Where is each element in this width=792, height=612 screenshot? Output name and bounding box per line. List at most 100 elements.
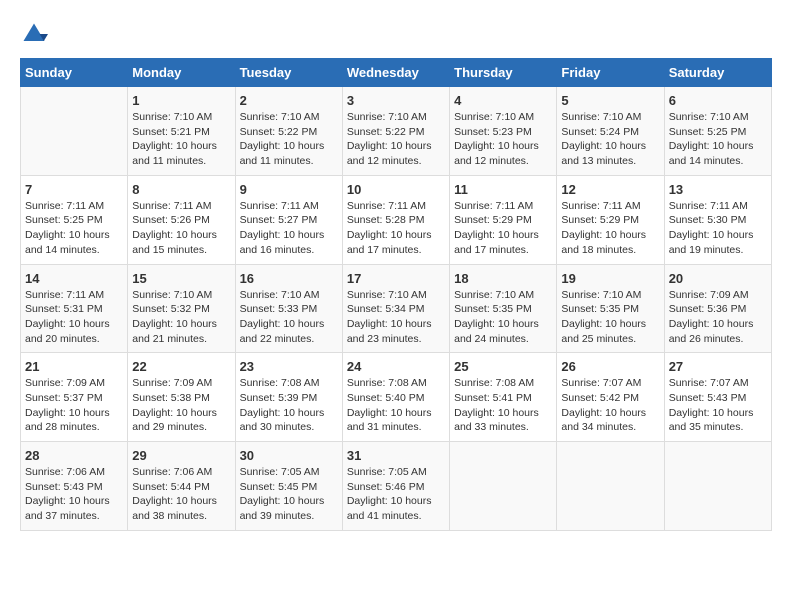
header-sunday: Sunday — [21, 59, 128, 87]
day-info: Sunrise: 7:10 AM Sunset: 5:21 PM Dayligh… — [132, 110, 230, 169]
day-number: 24 — [347, 359, 445, 374]
day-number: 22 — [132, 359, 230, 374]
header-saturday: Saturday — [664, 59, 771, 87]
day-info: Sunrise: 7:08 AM Sunset: 5:40 PM Dayligh… — [347, 376, 445, 435]
day-info: Sunrise: 7:10 AM Sunset: 5:34 PM Dayligh… — [347, 288, 445, 347]
day-info: Sunrise: 7:11 AM Sunset: 5:25 PM Dayligh… — [25, 199, 123, 258]
day-number: 18 — [454, 271, 552, 286]
day-cell: 15 Sunrise: 7:10 AM Sunset: 5:32 PM Dayli… — [128, 264, 235, 353]
day-number: 8 — [132, 182, 230, 197]
day-cell: 30 Sunrise: 7:05 AM Sunset: 5:45 PM Dayli… — [235, 442, 342, 531]
day-number: 14 — [25, 271, 123, 286]
day-cell: 20 Sunrise: 7:09 AM Sunset: 5:36 PM Dayli… — [664, 264, 771, 353]
day-info: Sunrise: 7:10 AM Sunset: 5:24 PM Dayligh… — [561, 110, 659, 169]
day-cell: 22 Sunrise: 7:09 AM Sunset: 5:38 PM Dayli… — [128, 353, 235, 442]
day-info: Sunrise: 7:10 AM Sunset: 5:35 PM Dayligh… — [561, 288, 659, 347]
day-number: 29 — [132, 448, 230, 463]
day-cell: 21 Sunrise: 7:09 AM Sunset: 5:37 PM Dayli… — [21, 353, 128, 442]
day-cell: 12Sunrise: 7:11 AM Sunset: 5:29 PM Dayli… — [557, 175, 664, 264]
day-number: 4 — [454, 93, 552, 108]
day-number: 19 — [561, 271, 659, 286]
day-cell: 25 Sunrise: 7:08 AM Sunset: 5:41 PM Dayli… — [450, 353, 557, 442]
day-info: Sunrise: 7:08 AM Sunset: 5:39 PM Dayligh… — [240, 376, 338, 435]
day-cell: 16 Sunrise: 7:10 AM Sunset: 5:33 PM Dayli… — [235, 264, 342, 353]
week-row-1: 1 Sunrise: 7:10 AM Sunset: 5:21 PM Daylig… — [21, 87, 772, 176]
day-cell: 6 Sunrise: 7:10 AM Sunset: 5:25 PM Daylig… — [664, 87, 771, 176]
day-info: Sunrise: 7:11 AM Sunset: 5:26 PM Dayligh… — [132, 199, 230, 258]
day-info: Sunrise: 7:09 AM Sunset: 5:38 PM Dayligh… — [132, 376, 230, 435]
day-info: Sunrise: 7:10 AM Sunset: 5:35 PM Dayligh… — [454, 288, 552, 347]
day-info: Sunrise: 7:10 AM Sunset: 5:22 PM Dayligh… — [240, 110, 338, 169]
day-cell — [664, 442, 771, 531]
day-info: Sunrise: 7:10 AM Sunset: 5:23 PM Dayligh… — [454, 110, 552, 169]
day-info: Sunrise: 7:10 AM Sunset: 5:33 PM Dayligh… — [240, 288, 338, 347]
day-number: 25 — [454, 359, 552, 374]
day-number: 31 — [347, 448, 445, 463]
page-header — [20, 20, 772, 48]
day-cell: 18 Sunrise: 7:10 AM Sunset: 5:35 PM Dayli… — [450, 264, 557, 353]
day-cell: 7Sunrise: 7:11 AM Sunset: 5:25 PM Daylig… — [21, 175, 128, 264]
day-info: Sunrise: 7:11 AM Sunset: 5:29 PM Dayligh… — [454, 199, 552, 258]
day-cell: 14Sunrise: 7:11 AM Sunset: 5:31 PM Dayli… — [21, 264, 128, 353]
day-cell — [21, 87, 128, 176]
day-info: Sunrise: 7:10 AM Sunset: 5:22 PM Dayligh… — [347, 110, 445, 169]
day-number: 2 — [240, 93, 338, 108]
week-row-5: 28 Sunrise: 7:06 AM Sunset: 5:43 PM Dayli… — [21, 442, 772, 531]
day-cell: 2 Sunrise: 7:10 AM Sunset: 5:22 PM Daylig… — [235, 87, 342, 176]
day-cell: 10 Sunrise: 7:11 AM Sunset: 5:28 PM Dayli… — [342, 175, 449, 264]
day-number: 9 — [240, 182, 338, 197]
day-number: 21 — [25, 359, 123, 374]
logo-icon — [20, 20, 48, 48]
day-number: 5 — [561, 93, 659, 108]
day-info: Sunrise: 7:07 AM Sunset: 5:42 PM Dayligh… — [561, 376, 659, 435]
header-row: SundayMondayTuesdayWednesdayThursdayFrid… — [21, 59, 772, 87]
day-cell: 13 Sunrise: 7:11 AM Sunset: 5:30 PM Dayli… — [664, 175, 771, 264]
day-info: Sunrise: 7:07 AM Sunset: 5:43 PM Dayligh… — [669, 376, 767, 435]
day-info: Sunrise: 7:09 AM Sunset: 5:36 PM Dayligh… — [669, 288, 767, 347]
header-friday: Friday — [557, 59, 664, 87]
day-number: 26 — [561, 359, 659, 374]
week-row-2: 7Sunrise: 7:11 AM Sunset: 5:25 PM Daylig… — [21, 175, 772, 264]
day-number: 30 — [240, 448, 338, 463]
day-info: Sunrise: 7:11 AM Sunset: 5:29 PM Dayligh… — [561, 199, 659, 258]
day-number: 10 — [347, 182, 445, 197]
day-number: 15 — [132, 271, 230, 286]
day-number: 23 — [240, 359, 338, 374]
day-cell: 11 Sunrise: 7:11 AM Sunset: 5:29 PM Dayli… — [450, 175, 557, 264]
day-number: 1 — [132, 93, 230, 108]
day-cell: 28 Sunrise: 7:06 AM Sunset: 5:43 PM Dayli… — [21, 442, 128, 531]
day-cell: 31 Sunrise: 7:05 AM Sunset: 5:46 PM Dayli… — [342, 442, 449, 531]
day-number: 6 — [669, 93, 767, 108]
week-row-4: 21 Sunrise: 7:09 AM Sunset: 5:37 PM Dayli… — [21, 353, 772, 442]
day-number: 17 — [347, 271, 445, 286]
week-row-3: 14Sunrise: 7:11 AM Sunset: 5:31 PM Dayli… — [21, 264, 772, 353]
day-cell: 4 Sunrise: 7:10 AM Sunset: 5:23 PM Daylig… — [450, 87, 557, 176]
day-cell: 29Sunrise: 7:06 AM Sunset: 5:44 PM Dayli… — [128, 442, 235, 531]
day-cell: 24 Sunrise: 7:08 AM Sunset: 5:40 PM Dayli… — [342, 353, 449, 442]
day-info: Sunrise: 7:10 AM Sunset: 5:32 PM Dayligh… — [132, 288, 230, 347]
day-info: Sunrise: 7:09 AM Sunset: 5:37 PM Dayligh… — [25, 376, 123, 435]
day-info: Sunrise: 7:05 AM Sunset: 5:45 PM Dayligh… — [240, 465, 338, 524]
header-monday: Monday — [128, 59, 235, 87]
day-cell: 26 Sunrise: 7:07 AM Sunset: 5:42 PM Dayli… — [557, 353, 664, 442]
day-info: Sunrise: 7:05 AM Sunset: 5:46 PM Dayligh… — [347, 465, 445, 524]
day-cell: 5 Sunrise: 7:10 AM Sunset: 5:24 PM Daylig… — [557, 87, 664, 176]
calendar-table: SundayMondayTuesdayWednesdayThursdayFrid… — [20, 58, 772, 531]
day-info: Sunrise: 7:11 AM Sunset: 5:30 PM Dayligh… — [669, 199, 767, 258]
day-info: Sunrise: 7:10 AM Sunset: 5:25 PM Dayligh… — [669, 110, 767, 169]
logo — [20, 20, 52, 48]
day-cell: 9Sunrise: 7:11 AM Sunset: 5:27 PM Daylig… — [235, 175, 342, 264]
day-number: 11 — [454, 182, 552, 197]
day-number: 28 — [25, 448, 123, 463]
day-info: Sunrise: 7:11 AM Sunset: 5:28 PM Dayligh… — [347, 199, 445, 258]
day-number: 20 — [669, 271, 767, 286]
day-cell: 3 Sunrise: 7:10 AM Sunset: 5:22 PM Daylig… — [342, 87, 449, 176]
day-cell: 1 Sunrise: 7:10 AM Sunset: 5:21 PM Daylig… — [128, 87, 235, 176]
day-info: Sunrise: 7:06 AM Sunset: 5:43 PM Dayligh… — [25, 465, 123, 524]
day-number: 3 — [347, 93, 445, 108]
day-number: 13 — [669, 182, 767, 197]
day-cell: 8 Sunrise: 7:11 AM Sunset: 5:26 PM Daylig… — [128, 175, 235, 264]
day-info: Sunrise: 7:08 AM Sunset: 5:41 PM Dayligh… — [454, 376, 552, 435]
day-number: 16 — [240, 271, 338, 286]
day-cell — [557, 442, 664, 531]
